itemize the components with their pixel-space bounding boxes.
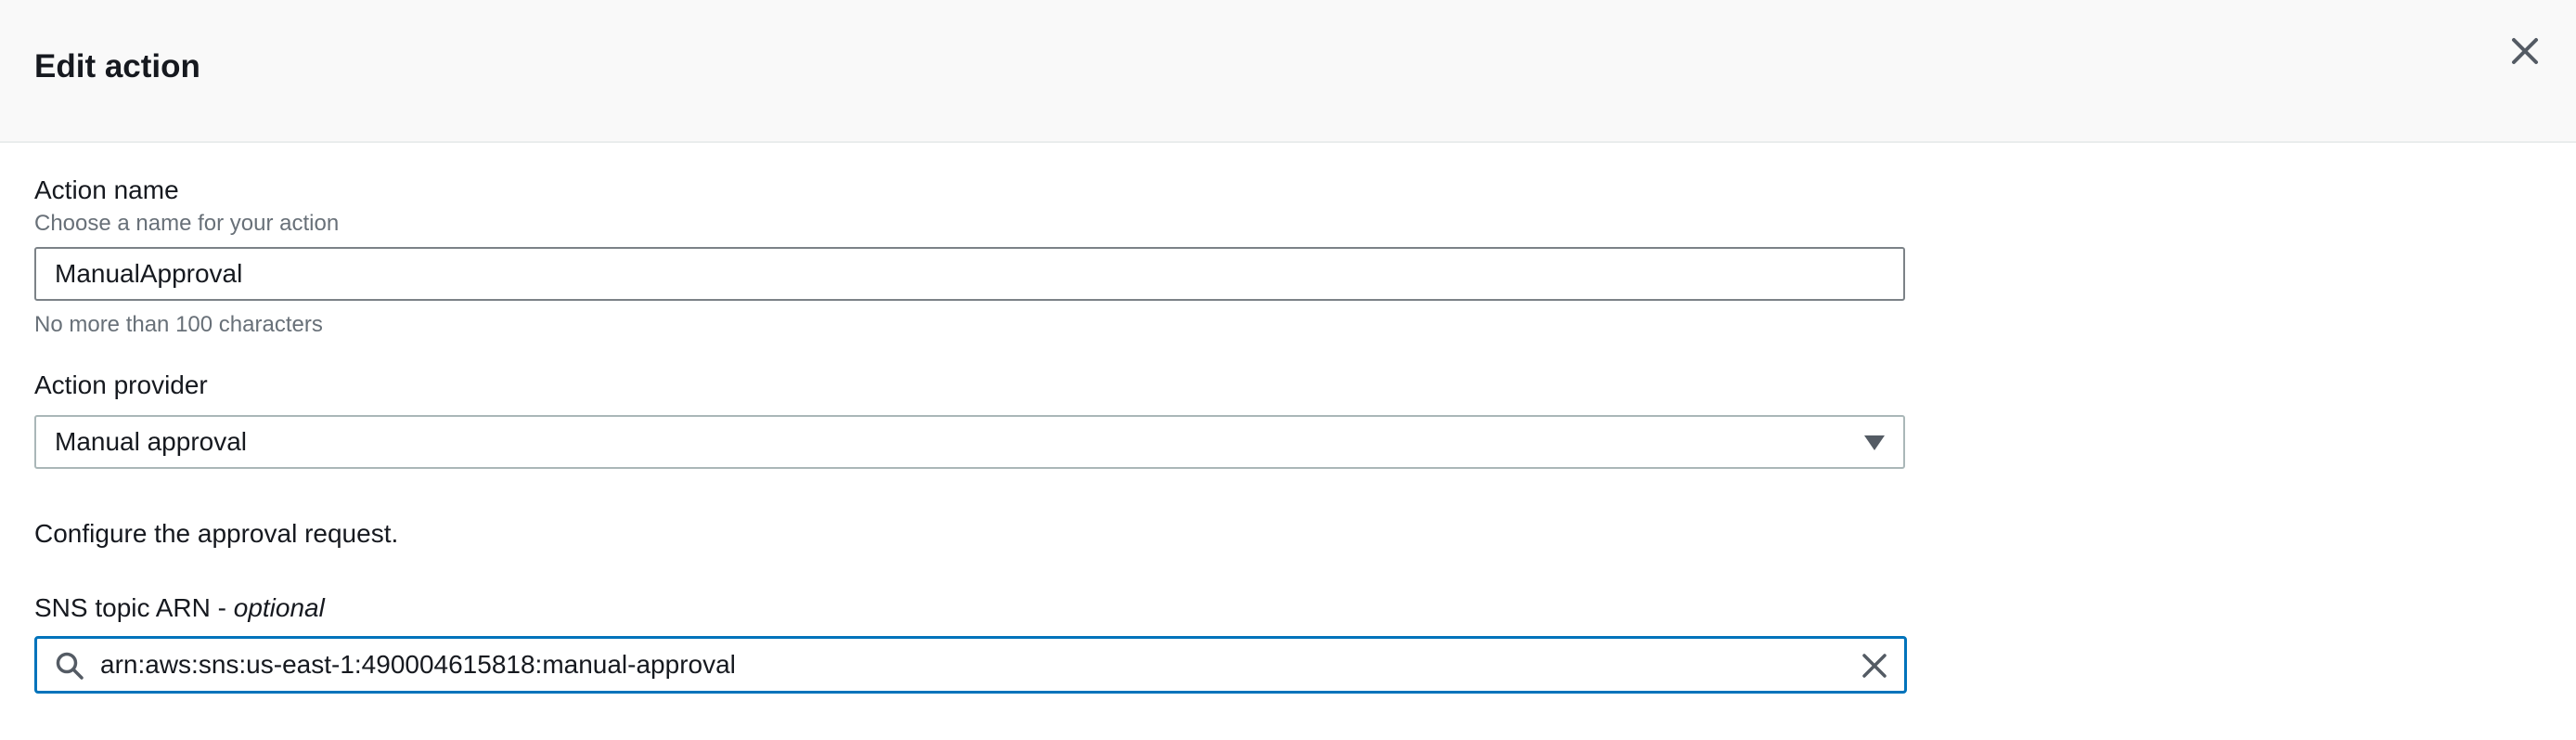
modal-body: Action name Choose a name for your actio… <box>34 143 2576 740</box>
modal-header: Edit action <box>0 0 2576 143</box>
sns-topic-value: arn:aws:sns:us-east-1:490004615818:manua… <box>100 650 736 679</box>
action-provider-select[interactable]: Manual approval <box>34 415 1905 469</box>
sns-topic-label-text: SNS topic ARN <box>34 593 211 622</box>
action-name-constraint: No more than 100 characters <box>34 312 323 337</box>
action-provider-selected: Manual approval <box>55 427 248 456</box>
sns-topic-label-separator: - <box>210 593 234 622</box>
action-name-input[interactable]: ManualApproval <box>34 247 1905 301</box>
clear-icon[interactable] <box>1860 651 1889 681</box>
sns-topic-search-input[interactable]: arn:aws:sns:us-east-1:490004615818:manua… <box>34 636 1907 694</box>
caret-down-icon <box>1864 435 1885 450</box>
action-name-description: Choose a name for your action <box>34 211 340 236</box>
action-name-label: Action name <box>34 175 179 204</box>
modal-title: Edit action <box>34 48 200 84</box>
close-icon[interactable] <box>2505 32 2544 71</box>
close-button[interactable] <box>2505 32 2544 71</box>
clear-button[interactable] <box>1860 651 1889 681</box>
optional-tag: optional <box>233 593 325 622</box>
search-icon <box>56 652 84 680</box>
action-provider-label: Action provider <box>34 370 208 399</box>
sns-topic-label: SNS topic ARN - optional <box>34 592 325 624</box>
approval-intro-text: Configure the approval request. <box>34 519 399 548</box>
